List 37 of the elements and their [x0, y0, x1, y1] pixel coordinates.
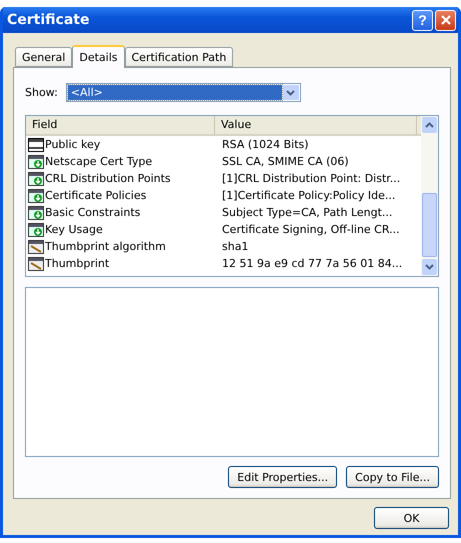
field-name[interactable]: Thumbprint — [45, 257, 110, 270]
column-header[interactable]: Value — [215, 116, 417, 134]
tab[interactable]: Certification Path — [124, 47, 234, 67]
close-icon[interactable] — [440, 14, 452, 26]
close-button[interactable] — [435, 10, 456, 30]
field-value: sha1 — [221, 240, 248, 253]
field-name[interactable]: Netscape Cert Type — [45, 155, 152, 168]
scrollbar[interactable] — [421, 116, 438, 276]
field-name[interactable]: Basic Constraints — [45, 206, 140, 219]
field-name[interactable]: CRL Distribution Points — [45, 172, 171, 185]
field-value: RSA (1024 Bits) — [221, 138, 309, 151]
scroll-thumb[interactable] — [422, 193, 437, 257]
field-value: 12 51 9a e9 cd 77 7a 56 01 84... — [221, 257, 402, 270]
field-value: SSL CA, SMIME CA (06) — [221, 155, 349, 168]
field-name[interactable]: Key Usage — [45, 223, 103, 236]
window-title: Certificate — [7, 12, 90, 28]
ok-button[interactable]: OK — [374, 507, 449, 529]
column-header[interactable]: Field — [26, 116, 215, 134]
scroll-up-icon[interactable] — [422, 117, 437, 133]
action-button[interactable]: Edit Properties... — [228, 466, 338, 488]
scroll-down-icon[interactable] — [422, 259, 437, 275]
tab[interactable]: Details — [72, 45, 124, 68]
document-icon — [28, 138, 44, 152]
field-name[interactable]: Thumbprint algorithm — [45, 240, 166, 253]
help-button[interactable]: ? — [412, 10, 433, 30]
action-button[interactable]: Copy to File... — [346, 466, 439, 488]
field-value: Subject Type=CA, Path Lengt... — [221, 206, 392, 219]
show-dropdown[interactable]: <All> — [66, 83, 301, 102]
pencil-document-icon — [28, 240, 44, 254]
field-name[interactable]: Certificate Policies — [45, 189, 146, 202]
pencil-document-icon — [28, 256, 44, 270]
field-value: Certificate Signing, Off-line CR... — [221, 223, 400, 236]
field-value: [1]Certificate Policy:Policy Ide... — [221, 189, 396, 202]
field-name[interactable]: Public key — [45, 138, 100, 151]
show-label: Show: — [25, 86, 58, 99]
tab[interactable]: General — [15, 47, 72, 67]
field-value: [1]CRL Distribution Point: Distr... — [221, 172, 400, 185]
